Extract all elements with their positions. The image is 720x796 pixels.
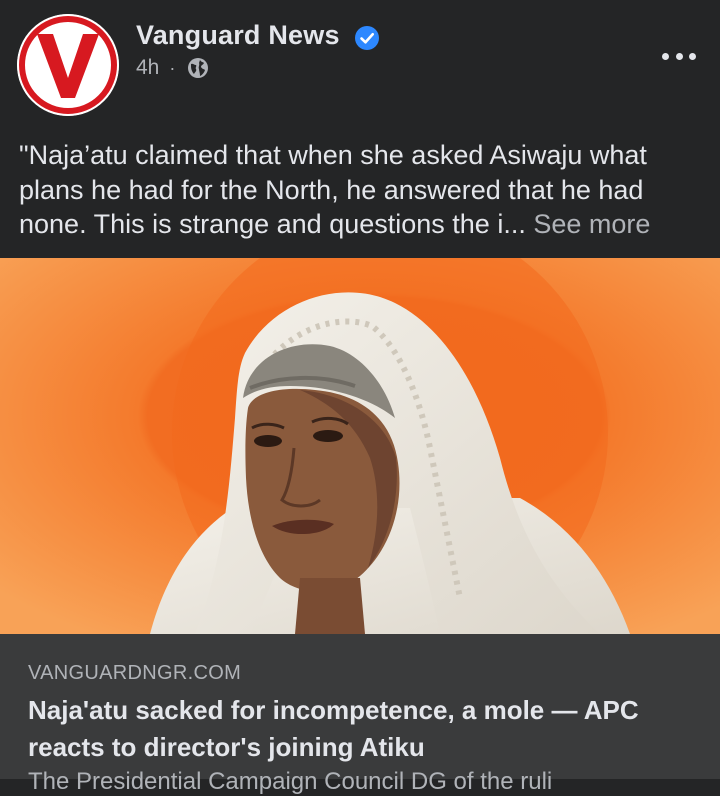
- link-snippet: The Presidential Campaign Council DG of …: [28, 768, 553, 795]
- link-headline[interactable]: Naja'atu sacked for incompetence, a mole…: [28, 692, 698, 766]
- verified-badge-icon: [355, 26, 379, 50]
- caption-line: "Naja’atu claimed that when she asked As…: [19, 140, 647, 170]
- caption-line: none. This is strange and questions the …: [19, 209, 526, 239]
- globe-icon: [188, 58, 209, 78]
- more-dot: [675, 52, 683, 60]
- portrait-image: [0, 258, 720, 634]
- caption-line-last: none. This is strange and questions the …: [19, 207, 709, 242]
- post-photo[interactable]: [0, 258, 720, 634]
- post-header: Vanguard News 4h ·: [0, 0, 720, 125]
- see-more-link[interactable]: See more: [533, 209, 650, 239]
- post-caption: "Naja’atu claimed that when she asked As…: [19, 138, 709, 242]
- more-dot: [662, 52, 669, 60]
- link-preview[interactable]: VANGUARDNGR.COM Naja'atu sacked for inco…: [0, 634, 720, 795]
- page-name[interactable]: Vanguard News: [136, 20, 340, 51]
- post-meta: 4h ·: [136, 56, 209, 80]
- meta-separator: ·: [169, 57, 176, 78]
- link-domain: VANGUARDNGR.COM: [28, 662, 242, 684]
- page-avatar[interactable]: [17, 14, 119, 116]
- caption-line: plans he had for the North, he answered …: [19, 174, 644, 205]
- vanguard-logo-icon: [17, 14, 119, 116]
- post-time[interactable]: 4h: [136, 56, 159, 80]
- more-options-button[interactable]: [662, 44, 696, 68]
- more-dot: [689, 52, 696, 60]
